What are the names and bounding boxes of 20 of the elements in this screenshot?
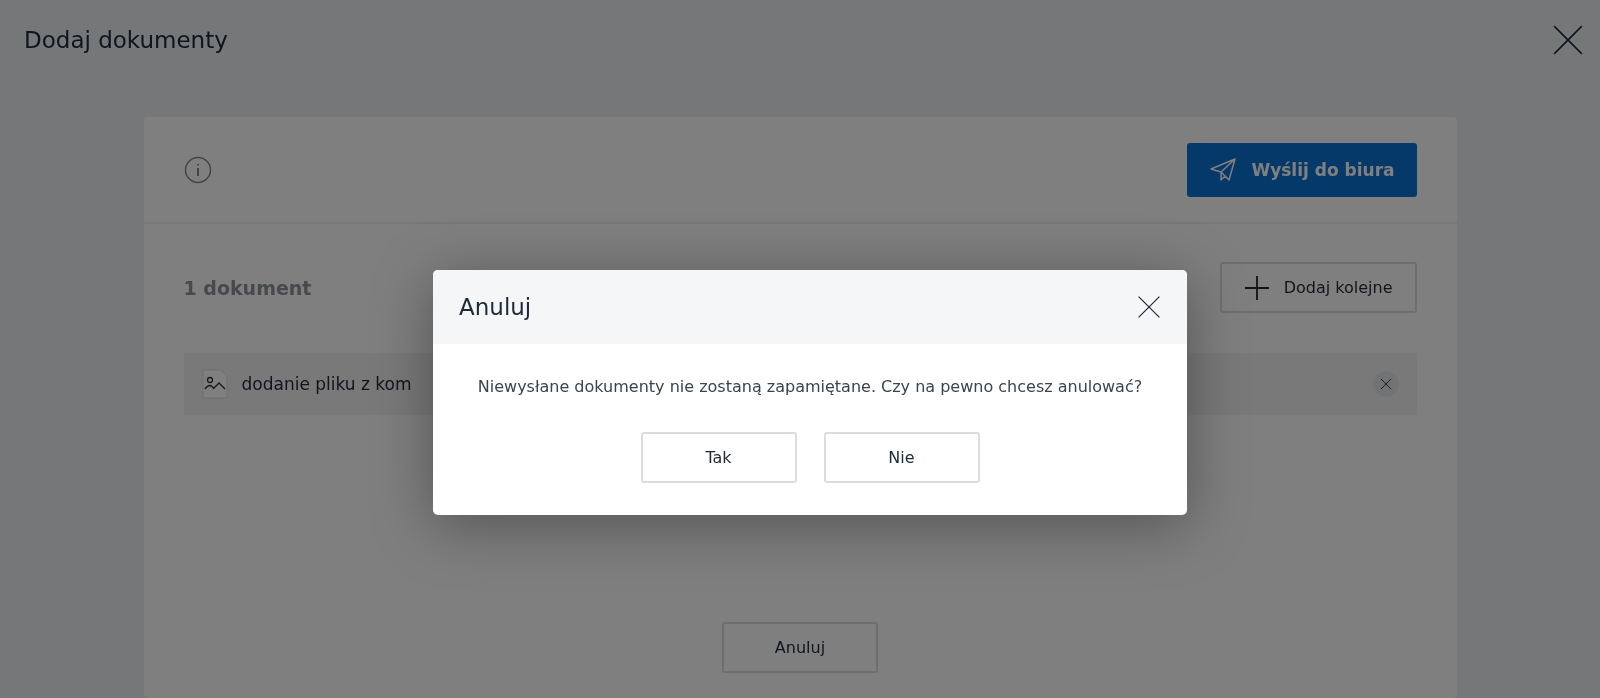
dialog-button[interactable]: Tak <box>640 432 797 483</box>
page-title: Dodaj dokumenty <box>24 27 228 53</box>
dialog-message: Niewysłane dokumenty nie zostaną zapamiętane. Czy na pewno chcesz anulować? <box>476 377 1144 396</box>
dialog-button[interactable]: Nie <box>823 432 980 483</box>
document-count: 1 dokument <box>183 276 312 299</box>
close-icon <box>1379 378 1392 390</box>
paper-plane-icon <box>1209 156 1238 183</box>
remove-button[interactable] <box>1372 371 1399 397</box>
close-button[interactable] <box>1552 24 1584 56</box>
info-icon <box>183 155 212 184</box>
dialog-title: Anuluj <box>459 294 532 320</box>
close-icon <box>1552 24 1584 56</box>
plus-icon <box>1243 274 1270 301</box>
file-name: dodanie pliku z kom <box>241 374 412 394</box>
close-icon <box>1137 295 1161 319</box>
image-file-icon <box>201 369 228 399</box>
cancel-button[interactable]: Anuluj <box>722 622 878 673</box>
send-button[interactable]: Wyślij do biura <box>1187 142 1417 197</box>
dialog-close-button[interactable] <box>1137 295 1161 319</box>
add-more-button[interactable]: Dodaj kolejne <box>1219 262 1417 313</box>
